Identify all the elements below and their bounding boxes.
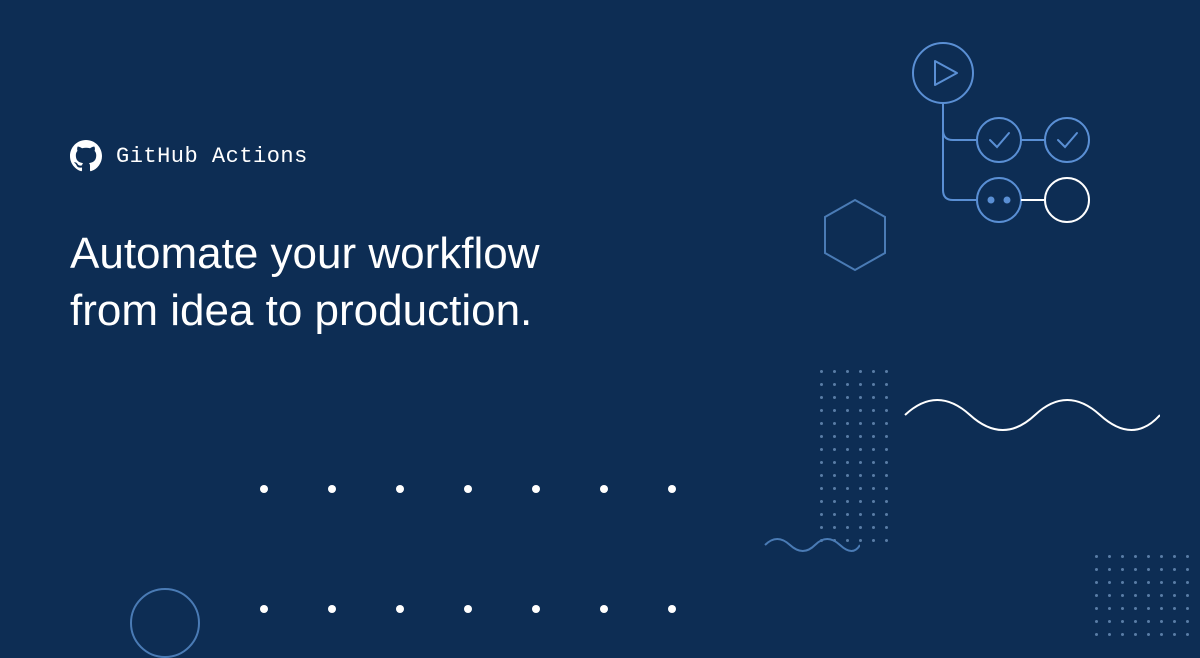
headline-line-1: Automate your workflow xyxy=(70,225,540,282)
decorative-dot-grid xyxy=(820,370,888,542)
page-headline: Automate your workflow from idea to prod… xyxy=(70,225,540,339)
decorative-dot-row xyxy=(260,485,676,493)
wave-large-icon xyxy=(900,380,1160,450)
hexagon-icon xyxy=(820,195,890,275)
wave-small-icon xyxy=(760,530,860,560)
decorative-dot-row xyxy=(260,605,676,613)
workflow-diagram-icon xyxy=(905,35,1115,235)
decorative-dot-grid xyxy=(1095,555,1189,636)
brand-name: GitHub Actions xyxy=(116,144,308,169)
decorative-circle-icon xyxy=(130,588,200,658)
brand-header: GitHub Actions xyxy=(70,140,308,172)
headline-line-2: from idea to production. xyxy=(70,282,540,339)
github-logo-icon xyxy=(70,140,102,172)
